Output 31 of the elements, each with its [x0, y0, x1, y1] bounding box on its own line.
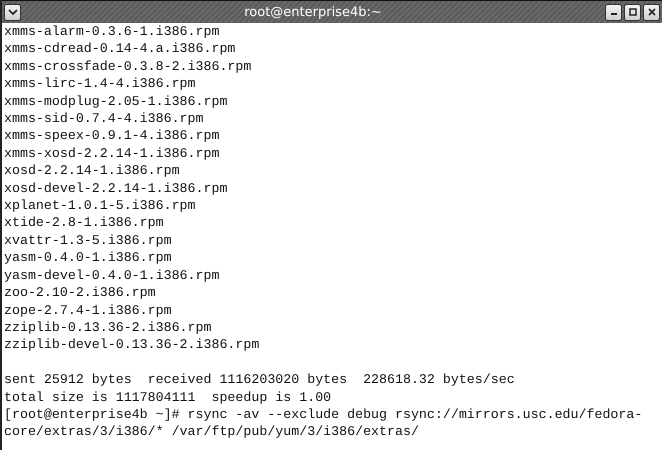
close-button[interactable]	[643, 4, 660, 20]
terminal-output-line: xmms-cdread-0.14-4.a.i386.rpm	[4, 40, 236, 58]
terminal-output-line: xmms-lirc-1.4-4.i386.rpm	[4, 75, 196, 93]
terminal-output-line: xmms-crossfade-0.3.8-2.i386.rpm	[4, 58, 252, 76]
terminal-output-line: xmms-sid-0.7.4-4.i386.rpm	[4, 110, 204, 128]
terminal-output-line: yasm-devel-0.4.0-1.i386.rpm	[4, 266, 220, 284]
close-icon	[648, 8, 656, 16]
terminal-output-line: total size is 1117804111 speedup is 1.00	[4, 388, 332, 406]
terminal-output-line: zope-2.7.4-1.i386.rpm	[4, 302, 172, 319]
terminal-output-line: zziplib-0.13.36-2.i386.rpm	[4, 318, 212, 336]
maximize-icon	[628, 8, 636, 16]
terminal-output-line: core/extras/3/i386/* /var/ftp/pub/yum/3/i386/extras/	[4, 423, 419, 441]
terminal-output-line: zziplib-devel-0.13.36-2.i386.rpm	[4, 336, 260, 354]
terminal-output-line: xplanet-1.0.1-5.i386.rpm	[4, 197, 196, 214]
terminal-output-line: xvattr-1.3-5.i386.rpm	[4, 232, 172, 250]
terminal-output-line: zoo-2.10-2.i386.rpm	[4, 284, 156, 302]
terminal-output-line: xosd-devel-2.2.14-1.i386.rpm	[4, 180, 228, 198]
minimize-button[interactable]	[605, 4, 622, 20]
terminal-output-line: xtide-2.8-1.i386.rpm	[4, 214, 164, 232]
terminal-output-line: [root@enterprise4b ~]# rsync -av --exclude debug rsync://mirrors.usc.edu/fedora-	[4, 406, 642, 424]
window-title: root@enterprise4b:~	[243, 4, 383, 20]
terminal-output-line: xmms-xosd-2.2.14-1.i386.rpm	[4, 144, 220, 162]
terminal-output-line: xmms-speex-0.9.1-4.i386.rpm	[4, 127, 220, 145]
window-menu-button[interactable]	[4, 4, 21, 20]
maximize-button[interactable]	[624, 4, 641, 20]
terminal-output-line: xosd-2.2.14-1.i386.rpm	[4, 162, 180, 180]
terminal-output-line: sent 25912 bytes received 1116203020 bytes 228618.32 bytes/sec	[4, 371, 515, 389]
chevron-down-icon	[8, 8, 18, 16]
terminal-output-line: xmms-modplug-2.05-1.i386.rpm	[4, 92, 228, 110]
terminal-output-line: xmms-alarm-0.3.6-1.i386.rpm	[4, 23, 220, 40]
terminal-output-line: yasm-0.4.0-1.i386.rpm	[4, 249, 172, 267]
